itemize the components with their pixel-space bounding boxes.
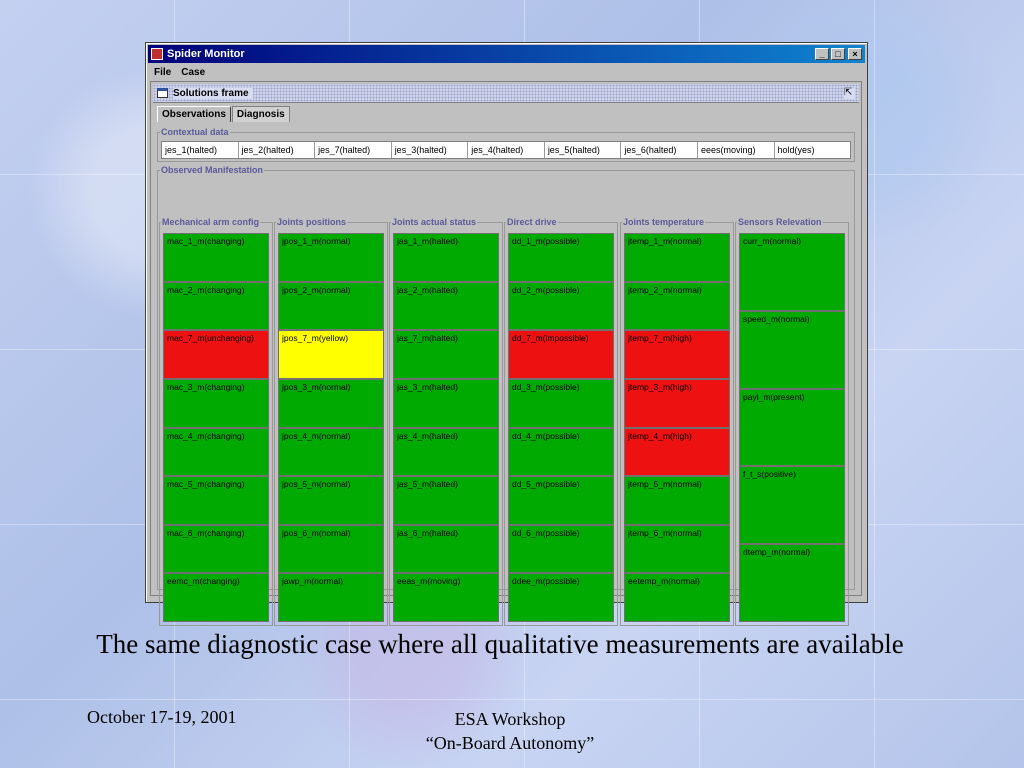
manifestation-column: Sensors Relevation curr_m(normal) speed_m(…: [735, 216, 849, 626]
contextual-data-panel: Contextual data jes_1(halted) jes_2(halte…: [157, 126, 855, 162]
manifestation-cell[interactable]: jtemp_6_m(normal): [624, 524, 730, 574]
contextual-data-item: jes_2(halted): [239, 142, 316, 158]
manifestation-cell[interactable]: dd_3_m(possible): [508, 378, 614, 428]
manifestation-cell[interactable]: jpos_7_m(yellow): [278, 330, 384, 379]
contextual-data-list: jes_1(halted) jes_2(halted) jes_7(halted) j…: [161, 141, 851, 159]
footer-date: October 17-19, 2001: [87, 707, 237, 727]
observed-manifestation-legend: Observed Manifestation: [160, 164, 265, 176]
manifestation-cell[interactable]: dd_4_m(possible): [508, 427, 614, 477]
contextual-data-item: jes_5(halted): [545, 142, 622, 158]
manifestation-cell[interactable]: jpos_1_m(normal): [278, 233, 384, 282]
manifestation-column: Joints temperature jtemp_1_m(normal) jtemp…: [620, 216, 734, 626]
manifestation-cell[interactable]: mac_2_m(changing): [163, 281, 269, 331]
manifestation-cell[interactable]: eeas_m(moving): [393, 573, 499, 622]
menu-case[interactable]: Case: [176, 65, 210, 81]
manifestation-cell[interactable]: jtemp_2_m(normal): [624, 281, 730, 331]
maximize-button[interactable]: □: [831, 48, 845, 60]
contextual-data-legend: Contextual data: [160, 126, 230, 138]
manifestation-cell[interactable]: jtemp_7_m(high): [624, 330, 730, 379]
manifestation-cell[interactable]: mac_5_m(changing): [163, 476, 269, 525]
manifestation-cell[interactable]: mac_6_m(changing): [163, 524, 269, 574]
manifestation-cell[interactable]: jpos_4_m(normal): [278, 427, 384, 477]
spider-monitor-window: Spider Monitor _ □ × File Case Solutions…: [145, 42, 868, 626]
manifestation-cell[interactable]: speed_m(normal): [739, 310, 845, 389]
contextual-data-item: jes_1(halted): [162, 142, 239, 158]
manifestation-cell[interactable]: jpos_6_m(normal): [278, 524, 384, 574]
window-title: Spider Monitor: [167, 48, 245, 60]
manifestation-cell[interactable]: jpos_3_m(normal): [278, 378, 384, 428]
manifestation-cell[interactable]: jas_5_m(halted): [393, 476, 499, 525]
manifestation-cell[interactable]: mac_4_m(changing): [163, 427, 269, 477]
solutions-frame-titlebar[interactable]: Solutions frame ⇱: [153, 84, 859, 103]
manifestation-column: Direct drive dd_1_m(possible) dd_2_m(possi…: [504, 216, 618, 626]
manifestation-column-title: Joints actual status: [391, 216, 478, 228]
manifestation-cell[interactable]: jpos_2_m(normal): [278, 281, 384, 331]
contextual-data-item: jes_4(halted): [468, 142, 545, 158]
menubar: File Case: [149, 65, 210, 81]
manifestation-column: Mechanical arm config mac_1_m(changing) ma…: [159, 216, 273, 626]
contextual-data-item: jes_6(halted): [621, 142, 698, 158]
manifestation-cell[interactable]: jas_7_m(halted): [393, 330, 499, 379]
footer-event-line1: ESA Workshop: [454, 709, 566, 729]
manifestation-cell[interactable]: curr_m(normal): [739, 233, 845, 311]
contextual-data-item: jes_7(halted): [315, 142, 392, 158]
manifestation-column-title: Mechanical arm config: [161, 216, 261, 228]
menu-file[interactable]: File: [149, 65, 176, 81]
manifestation-column-title: Joints positions: [276, 216, 348, 228]
contextual-data-item: jes_3(halted): [392, 142, 469, 158]
minimize-button[interactable]: _: [815, 48, 829, 60]
manifestation-cell[interactable]: eetemp_m(normal): [624, 573, 730, 622]
manifestation-cell[interactable]: jpos_5_m(normal): [278, 476, 384, 525]
manifestation-cell[interactable]: ddee_m(possible): [508, 573, 614, 622]
manifestation-column: Joints positions jpos_1_m(normal) jpos_2_m…: [274, 216, 388, 626]
tab-diagnosis[interactable]: Diagnosis: [231, 106, 290, 122]
manifestation-cell[interactable]: dd_1_m(possible): [508, 233, 614, 282]
window-titlebar[interactable]: Spider Monitor _ □ ×: [148, 45, 865, 63]
close-button[interactable]: ×: [848, 48, 862, 60]
manifestation-cell[interactable]: jas_2_m(halted): [393, 281, 499, 331]
manifestation-cell[interactable]: dd_2_m(possible): [508, 281, 614, 331]
manifestation-column: Joints actual status jas_1_m(halted) jas_2…: [389, 216, 503, 626]
app-icon: [151, 48, 163, 60]
footer-event-line2: “On-Board Autonomy”: [425, 733, 595, 753]
tab-bar: Observations Diagnosis: [157, 106, 291, 122]
manifestation-cell[interactable]: mac_1_m(changing): [163, 233, 269, 282]
solutions-frame: Solutions frame ⇱ Observations Diagnosis…: [150, 81, 862, 626]
contextual-data-item: hold(yes): [777, 145, 815, 155]
manifestation-cell[interactable]: dtemp_m(normal): [739, 544, 845, 622]
solutions-frame-title: Solutions frame: [173, 87, 253, 99]
contextual-data-item: eees(moving): [698, 142, 775, 158]
manifestation-cell[interactable]: jtemp_4_m(high): [624, 427, 730, 477]
manifestation-cell[interactable]: jtemp_1_m(normal): [624, 233, 730, 282]
manifestation-cell[interactable]: jawp_m(normal): [278, 573, 384, 622]
slide-caption: The same diagnostic case where all quali…: [96, 629, 904, 659]
manifestation-cell[interactable]: dd_5_m(possible): [508, 476, 614, 525]
manifestation-cell[interactable]: jas_3_m(halted): [393, 378, 499, 428]
manifestation-column-title: Joints temperature: [622, 216, 706, 228]
manifestation-cell[interactable]: jtemp_3_m(high): [624, 378, 730, 428]
manifestation-cell[interactable]: mac_7_m(unchanging): [163, 330, 269, 379]
manifestation-column-title: Sensors Relevation: [737, 216, 823, 228]
manifestation-cell[interactable]: jas_1_m(halted): [393, 233, 499, 282]
manifestation-cell[interactable]: jas_4_m(halted): [393, 427, 499, 477]
manifestation-cell[interactable]: dd_6_m(possible): [508, 524, 614, 574]
manifestation-cell[interactable]: dd_7_m(impossible): [508, 330, 614, 379]
manifestation-cell[interactable]: jtemp_5_m(normal): [624, 476, 730, 525]
maximize-frame-icon[interactable]: ⇱: [844, 87, 855, 99]
manifestation-cell[interactable]: payl_m(present): [739, 388, 845, 467]
manifestation-cell[interactable]: eemc_m(changing): [163, 573, 269, 622]
manifestation-cell[interactable]: mac_3_m(changing): [163, 378, 269, 428]
manifestation-cell[interactable]: jas_6_m(halted): [393, 524, 499, 574]
tab-observations[interactable]: Observations: [157, 106, 231, 122]
frame-icon: [157, 88, 168, 98]
manifestation-column-title: Direct drive: [506, 216, 558, 228]
footer-event: ESA Workshop “On-Board Autonomy”: [410, 707, 610, 755]
manifestation-cell[interactable]: f_t_s(positive): [739, 466, 845, 545]
